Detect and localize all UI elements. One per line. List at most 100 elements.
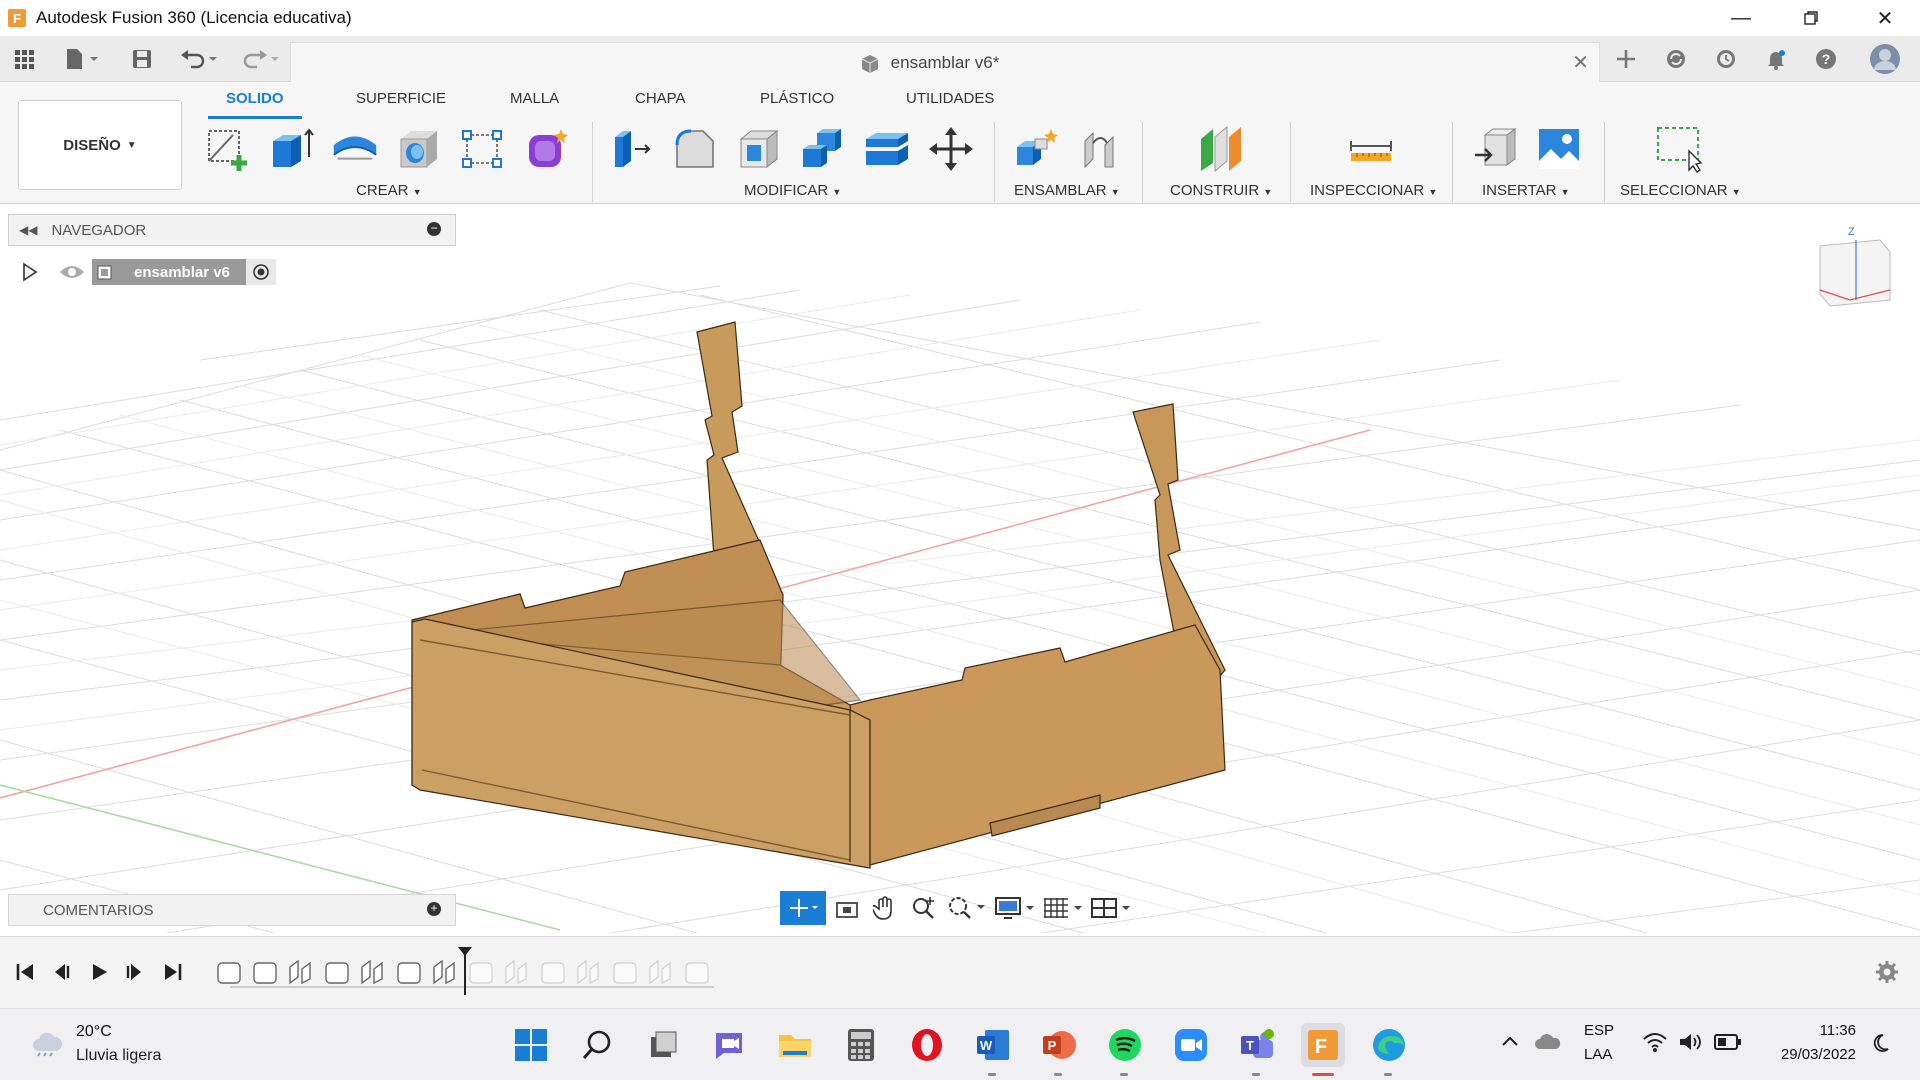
help-icon[interactable]: ? — [1812, 46, 1840, 72]
move-copy-icon[interactable] — [926, 124, 976, 174]
group-inspeccionar[interactable]: INSPECCIONAR ▼ — [1310, 182, 1437, 199]
navigator-root-row[interactable]: ensamblar v6 — [22, 258, 276, 286]
press-pull-icon[interactable] — [606, 124, 656, 174]
group-construir[interactable]: CONSTRUIR ▼ — [1170, 182, 1272, 199]
group-seleccionar[interactable]: SELECCIONAR ▼ — [1620, 182, 1741, 199]
group-crear[interactable]: CREAR ▼ — [356, 182, 422, 199]
zoom-app-icon[interactable] — [1169, 1023, 1213, 1067]
task-view-icon[interactable] — [641, 1023, 685, 1067]
file-menu-icon[interactable] — [60, 46, 104, 72]
new-tab-plus-icon[interactable] — [1612, 46, 1640, 72]
fillet-icon[interactable] — [670, 124, 720, 174]
timeline-settings-gear-icon[interactable] — [1874, 959, 1900, 985]
group-modificar[interactable]: MODIFICAR ▼ — [744, 182, 841, 199]
workspace-switcher[interactable]: DISEÑO ▼ — [18, 100, 182, 190]
split-body-icon[interactable] — [862, 124, 912, 174]
clock-date[interactable]: 29/03/2022 — [1760, 1046, 1856, 1063]
play-icon[interactable] — [86, 959, 112, 985]
pattern-icon[interactable] — [458, 124, 508, 174]
display-settings-icon[interactable] — [992, 893, 1036, 923]
3d-viewport[interactable]: Z — [0, 205, 1920, 933]
fusion-360-taskbar-icon[interactable]: F — [1301, 1023, 1345, 1067]
close-document-icon[interactable]: ✕ — [1572, 50, 1589, 75]
timeline-features[interactable] — [214, 947, 714, 997]
collapse-left-icon[interactable]: ◀◀ — [19, 223, 37, 237]
tab-chapa[interactable]: CHAPA — [635, 90, 686, 107]
combine-icon[interactable] — [798, 124, 848, 174]
focus-moon-icon[interactable] — [1870, 1033, 1890, 1058]
chat-icon[interactable] — [707, 1023, 751, 1067]
onedrive-cloud-icon[interactable] — [1534, 1033, 1562, 1056]
close-icon[interactable]: ✕ — [1850, 0, 1920, 36]
create-sketch-icon[interactable] — [202, 124, 252, 174]
chevron-up-icon[interactable] — [1500, 1031, 1520, 1056]
battery-icon[interactable] — [1714, 1033, 1742, 1056]
joint-icon[interactable] — [1076, 124, 1126, 174]
data-panel-grid-icon[interactable] — [10, 46, 38, 72]
fit-zoom-icon[interactable] — [946, 893, 986, 923]
notifications-bell-icon[interactable] — [1762, 46, 1790, 72]
grid-settings-icon[interactable] — [1040, 893, 1084, 923]
offset-plane-icon[interactable] — [1196, 124, 1246, 174]
input-language[interactable]: ESP — [1584, 1022, 1614, 1039]
form-icon[interactable] — [522, 124, 572, 174]
tab-plastico[interactable]: PLÁSTICO — [760, 90, 834, 107]
insert-derive-icon[interactable] — [1470, 124, 1520, 174]
group-insertar[interactable]: INSERTAR ▼ — [1482, 182, 1570, 199]
edge-browser-icon[interactable] — [1367, 1023, 1411, 1067]
powerpoint-icon[interactable]: P — [1037, 1023, 1081, 1067]
visibility-eye-icon[interactable] — [58, 262, 86, 282]
wifi-icon[interactable] — [1642, 1031, 1668, 1058]
insert-canvas-icon[interactable] — [1534, 124, 1584, 174]
root-component-label[interactable]: ensamblar v6 — [118, 259, 246, 285]
collapse-panel-icon[interactable]: − — [427, 222, 441, 236]
step-back-icon[interactable] — [48, 959, 74, 985]
windows-start-icon[interactable] — [509, 1023, 553, 1067]
viewports-icon[interactable] — [1088, 893, 1132, 923]
tab-solido[interactable]: SOLIDO — [226, 90, 284, 107]
new-component-icon[interactable] — [1012, 124, 1062, 174]
minimize-icon[interactable]: — — [1706, 0, 1776, 36]
extensions-icon[interactable] — [1662, 46, 1690, 72]
pan-hand-icon[interactable] — [870, 893, 900, 923]
active-tab-indicator — [208, 116, 302, 119]
expand-triangle-icon[interactable] — [22, 262, 42, 282]
step-forward-icon[interactable] — [122, 959, 148, 985]
keyboard-layout[interactable]: LAA — [1584, 1046, 1612, 1063]
redo-icon[interactable] — [236, 46, 282, 72]
tab-utilidades[interactable]: UTILIDADES — [906, 90, 994, 107]
search-icon[interactable] — [575, 1023, 619, 1067]
revolve-icon[interactable] — [330, 124, 380, 174]
document-tab[interactable]: ensamblar v6* ✕ — [290, 42, 1600, 82]
restore-icon[interactable] — [1776, 0, 1846, 36]
timeline-bar — [0, 936, 1920, 1008]
hole-icon[interactable] — [394, 124, 444, 174]
shell-icon[interactable] — [734, 124, 784, 174]
job-status-clock-icon[interactable] — [1712, 46, 1740, 72]
word-icon[interactable]: W — [971, 1023, 1015, 1067]
volume-icon[interactable] — [1678, 1031, 1704, 1058]
go-to-start-icon[interactable] — [12, 959, 38, 985]
go-to-end-icon[interactable] — [160, 959, 186, 985]
group-ensamblar[interactable]: ENSAMBLAR ▼ — [1014, 182, 1120, 199]
tab-superficie[interactable]: SUPERFICIE — [356, 90, 446, 107]
file-explorer-icon[interactable] — [773, 1023, 817, 1067]
user-avatar-icon[interactable] — [1868, 42, 1902, 76]
teams-icon[interactable]: T — [1235, 1023, 1279, 1067]
tab-malla[interactable]: MALLA — [510, 90, 559, 107]
opera-browser-icon[interactable] — [905, 1023, 949, 1067]
undo-icon[interactable] — [176, 46, 222, 72]
zoom-icon[interactable] — [908, 893, 938, 923]
expand-panel-icon[interactable]: + — [427, 902, 441, 916]
measure-icon[interactable] — [1346, 124, 1396, 174]
save-icon[interactable] — [128, 46, 156, 72]
orbit-icon[interactable] — [780, 891, 826, 925]
weather-cloud-icon[interactable] — [30, 1029, 64, 1062]
extrude-icon[interactable] — [266, 124, 316, 174]
window-select-icon[interactable] — [1654, 124, 1704, 174]
clock-time[interactable]: 11:36 — [1760, 1022, 1856, 1039]
spotify-icon[interactable] — [1103, 1023, 1147, 1067]
activate-radio-icon[interactable] — [245, 259, 276, 285]
calculator-icon[interactable] — [839, 1023, 883, 1067]
look-at-icon[interactable] — [832, 893, 862, 923]
